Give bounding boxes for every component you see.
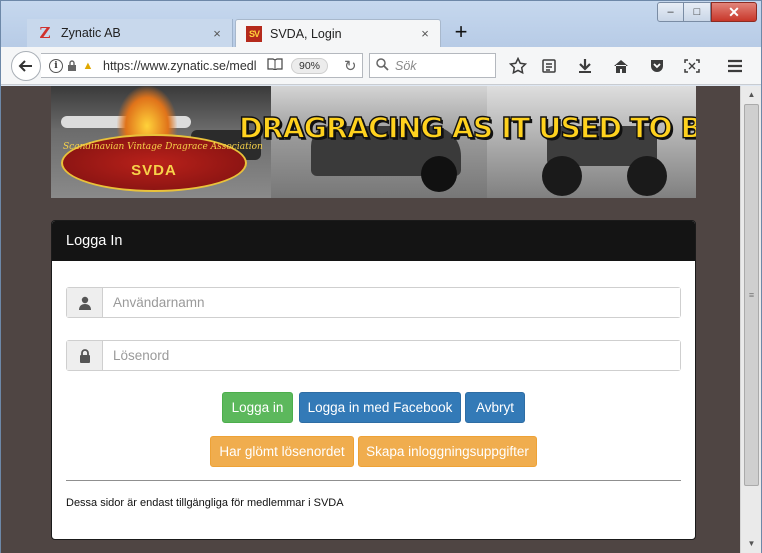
search-placeholder: Sök — [395, 58, 417, 73]
reading-list-icon[interactable] — [538, 56, 560, 76]
user-icon — [67, 288, 103, 317]
close-tab-icon[interactable]: × — [418, 26, 432, 41]
search-input[interactable]: Sök — [369, 53, 496, 78]
logo-abbreviation: SVDA — [131, 162, 177, 179]
tab-title: Zynatic AB — [61, 26, 121, 40]
reader-view-icon[interactable] — [267, 58, 285, 73]
info-icon[interactable]: i — [49, 58, 63, 73]
close-tab-icon[interactable]: × — [210, 26, 224, 41]
download-icon[interactable] — [574, 56, 596, 76]
browser-window: – □ ✕ Z Zynatic AB × SV SVDA, Login × + … — [0, 0, 762, 553]
flames-graphic — [117, 86, 177, 136]
scrollbar-thumb[interactable]: ≡ — [744, 104, 759, 486]
svda-favicon-icon: SV — [246, 25, 262, 42]
screenshot-icon[interactable] — [681, 56, 703, 76]
vertical-scrollbar[interactable]: ▲ ≡ ▼ — [740, 86, 761, 553]
tab-svda-login[interactable]: SV SVDA, Login × — [235, 19, 441, 47]
navigation-bar: i ▲ https://www.zynatic.se/medl 90% ↻ Sö… — [1, 47, 761, 85]
svda-logo: Scandinavian Vintage Dragrace Associatio… — [61, 134, 263, 192]
members-only-note: Dessa sidor är endast tillgängliga för m… — [66, 497, 344, 509]
close-window-button[interactable]: ✕ — [711, 2, 757, 22]
lock-icon[interactable] — [65, 59, 79, 73]
username-input[interactable] — [103, 288, 680, 317]
banner-title: DRAGRACING AS IT USED TO BE! — [238, 111, 696, 145]
create-credentials-button[interactable]: Skapa inloggningsuppgifter — [358, 436, 537, 467]
zynatic-favicon-icon: Z — [39, 24, 51, 42]
password-field — [66, 340, 681, 371]
username-field — [66, 287, 681, 318]
url-bar[interactable]: i ▲ https://www.zynatic.se/medl 90% ↻ — [41, 53, 363, 78]
cancel-button[interactable]: Avbryt — [465, 392, 525, 423]
header-banner: Scandinavian Vintage Dragrace Associatio… — [51, 86, 696, 198]
pocket-icon[interactable] — [646, 56, 668, 76]
facebook-login-button[interactable]: Logga in med Facebook — [299, 392, 461, 423]
scroll-down-icon[interactable]: ▼ — [744, 537, 759, 551]
maximize-button[interactable]: □ — [684, 2, 711, 22]
forgot-password-button[interactable]: Har glömt lösenordet — [210, 436, 354, 467]
star-icon[interactable] — [507, 56, 529, 76]
login-button[interactable]: Logga in — [222, 392, 293, 423]
back-button[interactable] — [11, 51, 41, 81]
reload-icon[interactable]: ↻ — [344, 57, 357, 75]
back-arrow-icon — [18, 60, 32, 72]
menu-icon[interactable] — [724, 56, 746, 76]
search-icon — [376, 57, 389, 74]
tab-title: SVDA, Login — [270, 26, 342, 41]
password-input[interactable] — [103, 341, 680, 370]
login-panel-heading: Logga In — [52, 221, 695, 261]
url-text[interactable]: https://www.zynatic.se/medl — [103, 59, 257, 73]
zoom-level-badge[interactable]: 90% — [291, 57, 329, 74]
new-tab-button[interactable]: + — [449, 19, 473, 47]
lock-icon — [67, 341, 103, 370]
tab-strip: – □ ✕ Z Zynatic AB × SV SVDA, Login × + — [1, 1, 761, 47]
warning-icon: ▲ — [82, 59, 94, 72]
scroll-up-icon[interactable]: ▲ — [744, 88, 759, 102]
logo-association-name: Scandinavian Vintage Dragrace Associatio… — [63, 142, 263, 152]
login-panel: Logga In Logga in Logga in med Facebook … — [51, 220, 696, 540]
tab-zynatic[interactable]: Z Zynatic AB × — [27, 19, 233, 47]
divider — [66, 480, 681, 481]
page-content: Scandinavian Vintage Dragrace Associatio… — [1, 86, 740, 553]
home-icon[interactable] — [610, 56, 632, 76]
minimize-button[interactable]: – — [657, 2, 684, 22]
